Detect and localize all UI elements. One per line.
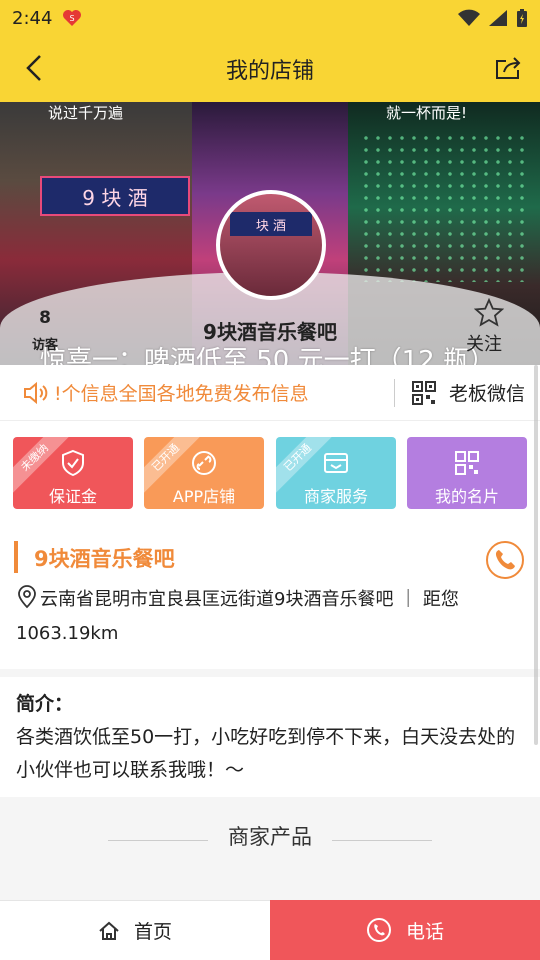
- battery-icon: [517, 9, 527, 27]
- home-tab[interactable]: 首页: [0, 900, 270, 960]
- divider: [332, 840, 432, 841]
- qr-code-icon: [455, 451, 479, 475]
- status-time: 2:44: [12, 7, 53, 29]
- follow-button[interactable]: 关注: [466, 330, 502, 356]
- speaker-icon: [24, 381, 48, 404]
- visitor-label: 访客: [31, 338, 58, 353]
- service-icon: [324, 453, 348, 473]
- chevron-left-icon: [26, 55, 41, 81]
- divider: [394, 378, 395, 407]
- notice-text: !个信息全国各地免费发布信息: [54, 383, 309, 405]
- notice-bar: !个信息全国各地免费发布信息 老板微信: [0, 365, 540, 421]
- share-icon: [496, 57, 521, 79]
- signal-icon: [489, 10, 507, 26]
- app-shop-button[interactable]: 已开通 APP店铺: [144, 437, 264, 509]
- shop-intro: 简介： 各类酒饮低至50一打，小吃好吃到停不下来，白天没去处的小伙伴也可以联系我…: [0, 677, 540, 797]
- star-icon[interactable]: [474, 298, 504, 328]
- feature-row: 未缴纳 保证金 已开通 APP店铺 已开通 商家服务 我的名片: [0, 421, 540, 519]
- deposit-label: 保证金: [48, 487, 97, 506]
- scrollbar[interactable]: [534, 365, 538, 745]
- call-tab-label: 电话: [405, 920, 444, 943]
- boss-wechat-label: 老板微信: [449, 383, 526, 405]
- merchant-service-label: 商家服务: [303, 487, 368, 506]
- page-title: 我的店铺: [225, 59, 314, 84]
- intro-text: 各类酒饮低至50一打，小吃好吃到停不下来，白天没去处的小伙伴也可以联系我哦！～: [16, 726, 516, 781]
- shield-check-icon: [62, 449, 84, 477]
- qr-code-icon: [412, 380, 436, 405]
- products-section-header: 商家产品: [0, 797, 540, 900]
- title-accent-bar: [14, 541, 18, 573]
- banner-light-dots: [360, 132, 530, 282]
- shop-avatar[interactable]: 块 酒: [216, 190, 326, 300]
- phone-icon: [495, 550, 515, 570]
- shop-info-card: 9块酒音乐餐吧 云南省昆明市宜良县匡远街道9块酒音乐餐吧 ｜ 距您1063.19…: [0, 519, 540, 669]
- products-section-title: 商家产品: [228, 825, 312, 849]
- status-bar: 2:44 S: [0, 0, 540, 36]
- home-tab-label: 首页: [133, 921, 172, 943]
- app-shop-label: APP店铺: [172, 487, 236, 506]
- call-shop-button[interactable]: [486, 541, 524, 579]
- wifi-icon: [458, 9, 480, 26]
- home-icon: [99, 921, 119, 940]
- merchant-service-button[interactable]: 已开通 商家服务: [276, 437, 396, 509]
- banner-sign: 9 块 酒: [40, 176, 190, 216]
- avatar-sign: 块 酒: [230, 212, 312, 236]
- shop-address: 云南省昆明市宜良县匡远街道9块酒音乐餐吧 ｜ 距您1063.19km: [16, 589, 459, 644]
- my-card-label: 我的名片: [434, 487, 499, 506]
- shop-name: 9块酒音乐餐吧: [203, 320, 337, 344]
- intro-title: 简介：: [16, 693, 74, 715]
- phone-icon: [366, 918, 391, 942]
- shop-banner: 9 块 酒 说过千万遍 就一杯而是! 惊喜一：啤酒低至 50 元一打（12 瓶）…: [0, 102, 540, 365]
- visitor-count: 8: [39, 308, 51, 328]
- status-icons: [458, 8, 528, 28]
- boss-wechat-button[interactable]: 老板微信: [411, 379, 525, 406]
- banner-caption-right: 就一杯而是!: [386, 104, 468, 122]
- nav-bar: 我的店铺: [0, 36, 540, 102]
- my-card-button[interactable]: 我的名片: [407, 437, 527, 509]
- shop-info-name: 9块酒音乐餐吧: [34, 547, 175, 571]
- bottom-bar: 首页 电话: [0, 900, 540, 960]
- link-icon: [192, 451, 216, 475]
- banner-caption-left: 说过千万遍: [48, 104, 124, 122]
- deposit-button[interactable]: 未缴纳 保证金: [13, 437, 133, 509]
- back-button[interactable]: [16, 50, 52, 86]
- call-tab[interactable]: 电话: [270, 900, 540, 960]
- share-button[interactable]: [490, 50, 526, 86]
- svg-text:S: S: [70, 14, 75, 23]
- app-notification-icon: S: [63, 10, 82, 26]
